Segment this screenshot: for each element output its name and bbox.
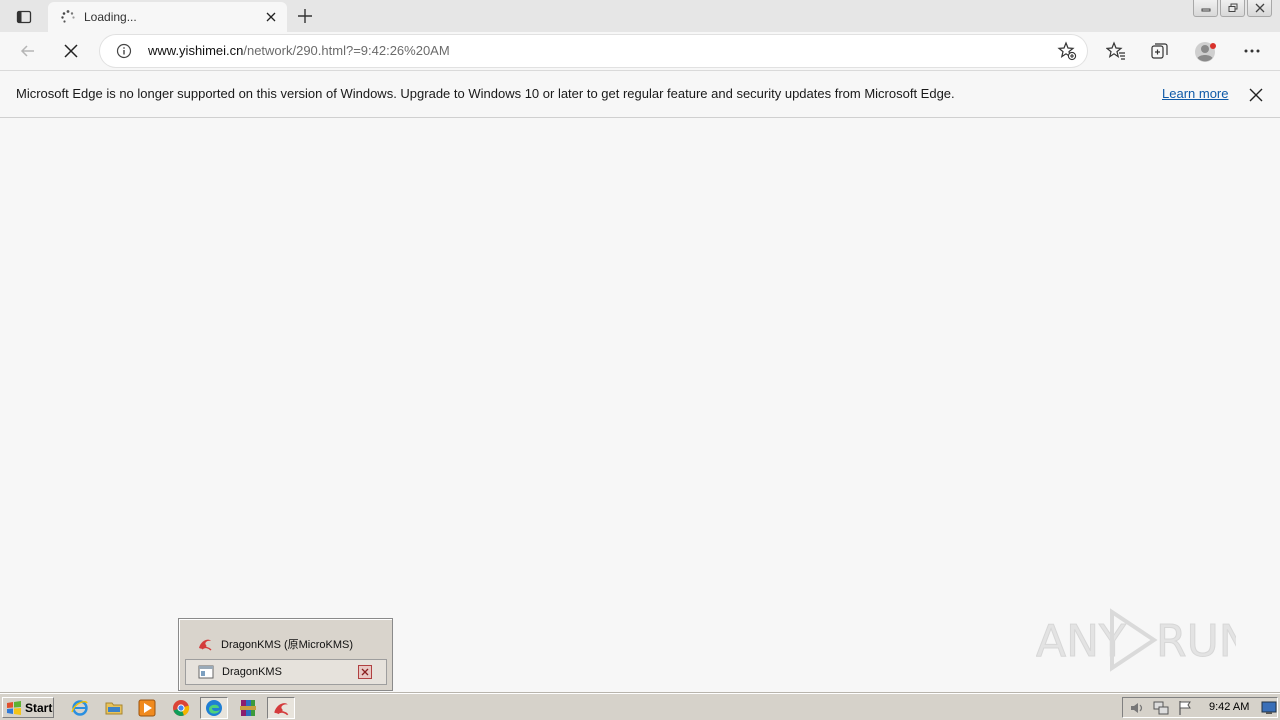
close-window-icon [1255,3,1264,13]
url-host: www.yishimei.cn [148,43,244,58]
dragonkms-icon [199,639,212,651]
taskbar-popup-item[interactable]: DragonKMS [185,659,387,685]
media-player-icon [138,699,156,717]
taskbar-chrome[interactable] [167,697,195,719]
url-text[interactable]: www.yishimei.cn/network/290.html?=9:42:2… [148,43,450,58]
loading-spinner-icon [61,10,75,23]
add-favorite-icon[interactable] [1057,41,1077,61]
start-button[interactable]: Start [2,697,54,718]
browser-tab-active[interactable]: Loading... [48,2,287,32]
close-window-button[interactable] [358,665,372,679]
taskbar-popup-item[interactable]: DragonKMS (原MicroKMS) [185,631,387,657]
page-content [0,118,1280,693]
profile-avatar-icon[interactable] [1194,40,1218,64]
action-center-flag-icon[interactable] [1177,700,1193,716]
window-controls [1191,0,1272,18]
close-icon[interactable] [1247,86,1265,104]
favorites-icon [1106,41,1125,60]
back-button[interactable] [13,36,43,66]
plus-icon [298,9,312,23]
close-window-button[interactable] [1247,0,1272,17]
chrome-icon [173,700,190,716]
edge-icon [206,700,222,716]
minimize-icon [1201,8,1210,12]
taskbar-dragonkms[interactable] [267,697,295,719]
unsupported-os-infobar: Microsoft Edge is no longer supported on… [0,70,1280,118]
folder-icon [105,702,123,715]
anyrun-watermark-logo: ANY RUN [1036,608,1236,672]
taskbar-ie[interactable] [66,697,94,719]
winrar-icon [240,700,256,716]
taskbar-edge[interactable] [200,697,228,719]
close-icon [361,668,369,676]
windows-logo-icon [7,700,21,715]
taskbar-popup-label: DragonKMS (原MicroKMS) [221,639,354,651]
favorites-button[interactable] [1101,36,1131,66]
start-label: Start [25,700,53,715]
tab-close-button[interactable] [263,9,279,25]
url-path: /network/290.html?=9:42:26%20AM [243,43,450,58]
tab-actions-icon [16,10,32,24]
collections-icon [1151,43,1168,59]
learn-more-link[interactable]: Learn more [1162,86,1228,101]
close-icon [64,44,78,58]
taskbar-popup-label: DragonKMS [222,666,282,678]
collections-button[interactable] [1145,36,1175,66]
tab-strip: Loading... [0,0,1280,32]
browser-toolbar: www.yishimei.cn/network/290.html?=9:42:2… [0,32,1280,70]
taskbar-group-popup: DragonKMS (原MicroKMS) DragonKMS [178,618,393,691]
show-desktop-icon[interactable] [1261,700,1277,716]
info-icon[interactable] [116,43,132,59]
network-icon[interactable] [1153,700,1169,716]
windows-taskbar: Start 9:42 AM [0,693,1280,720]
window-icon [198,665,214,679]
infobar-message: Microsoft Edge is no longer supported on… [16,86,955,101]
internet-explorer-icon [71,700,88,716]
new-tab-button[interactable] [294,5,316,27]
stop-loading-button[interactable] [56,36,86,66]
settings-more-button[interactable] [1237,36,1267,66]
restore-icon [1228,3,1237,12]
close-icon [266,12,276,22]
taskbar-winrar[interactable] [234,697,262,719]
taskbar-media-player[interactable] [133,697,161,719]
tab-title: Loading... [84,10,137,24]
more-horizontal-icon [1244,49,1260,53]
address-bar[interactable]: www.yishimei.cn/network/290.html?=9:42:2… [100,35,1087,67]
tab-actions-button[interactable] [10,6,38,28]
arrow-left-icon [20,45,34,57]
minimize-button[interactable] [1193,0,1218,17]
taskbar-explorer[interactable] [100,697,128,719]
watermark-text-right: RUN [1156,616,1236,667]
restore-button[interactable] [1220,0,1245,17]
system-tray: 9:42 AM [1122,697,1278,718]
dragonkms-icon [274,703,289,716]
taskbar-clock[interactable]: 9:42 AM [1209,701,1249,713]
volume-icon[interactable] [1129,700,1145,716]
